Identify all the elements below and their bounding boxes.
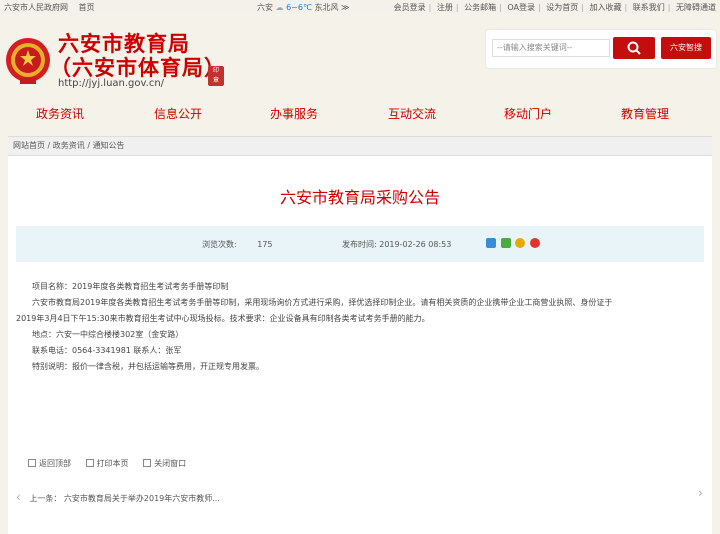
site-header: 六安市教育局 （六安市体育局） http://jyj.luan.gov.cn/ … bbox=[0, 14, 720, 98]
weather-widget: 六安 ☁ 6~6℃ 东北风 ≫ bbox=[257, 2, 349, 13]
article-paragraph: 地点：六安一中综合楼楼302室（金安路） bbox=[32, 330, 184, 339]
view-count-value: 175 bbox=[257, 240, 273, 249]
main-nav: 政务资讯 信息公开 办事服务 互动交流 移动门户 教育管理 bbox=[0, 98, 720, 128]
weather-more-link[interactable]: ≫ bbox=[341, 3, 349, 12]
view-count-label: 浏览次数: bbox=[202, 240, 237, 249]
back-to-top-button[interactable]: 返回顶部 bbox=[28, 459, 71, 468]
article-tools: 返回顶部 打印本页 关闭窗口 bbox=[28, 458, 198, 469]
previous-title[interactable]: 六安市教育局关于举办2019年六安市教师... bbox=[64, 494, 220, 503]
breadcrumb-news[interactable]: 政务资讯 bbox=[53, 141, 85, 150]
article-meta-bar: 浏览次数: 175 发布时间: 2019-02-26 08:53 bbox=[16, 226, 704, 262]
weibo-icon[interactable] bbox=[529, 238, 540, 248]
home-link[interactable]: 首页 bbox=[79, 3, 95, 12]
top-links: 会员登录 | 注册 | 公务邮箱 | OA登录 | 设为首页 | 加入收藏 | 联系我们 | … bbox=[393, 3, 716, 12]
nav-item-news[interactable]: 政务资讯 bbox=[36, 105, 84, 122]
smart-search-button[interactable]: 六安智搜 bbox=[661, 37, 711, 59]
publish-date-value: 2019-02-26 08:53 bbox=[379, 240, 452, 249]
search-input[interactable]: --请输入搜索关键词-- bbox=[492, 39, 610, 57]
print-button[interactable]: 打印本页 bbox=[85, 459, 129, 468]
site-url: http://jyj.luan.gov.cn/ bbox=[58, 78, 165, 89]
search-box: --请输入搜索关键词-- 六安智搜 bbox=[486, 30, 716, 68]
article-paragraph: 联系电话：0564-3341981 联系人：张军 bbox=[32, 346, 182, 355]
set-home-link[interactable]: 设为首页 bbox=[546, 3, 578, 12]
mail-link[interactable]: 公务邮箱 bbox=[464, 3, 496, 12]
nav-item-services[interactable]: 办事服务 bbox=[270, 105, 318, 122]
register-link[interactable]: 注册 bbox=[437, 3, 453, 12]
weather-temp: 6~6℃ bbox=[286, 3, 312, 12]
share-plus-icon[interactable] bbox=[486, 238, 496, 248]
breadcrumb-separator: / bbox=[45, 141, 53, 150]
chevron-right-icon[interactable]: › bbox=[698, 486, 703, 500]
article-body: 项目名称：2019年度各类教育招生考试考务手册等印制 六安市教育局2019年度各… bbox=[16, 279, 704, 375]
article-paragraph: 项目名称：2019年度各类教育招生考试考务手册等印制 bbox=[32, 282, 229, 291]
oa-login-link[interactable]: OA登录 bbox=[507, 3, 535, 12]
breadcrumb-home[interactable]: 网站首页 bbox=[13, 141, 45, 150]
article-paragraph: 六安市教育局2019年度各类教育招生考试考务手册等印制，采用现场询价方式进行采购… bbox=[32, 298, 613, 307]
share-buttons bbox=[486, 238, 546, 250]
print-icon bbox=[85, 459, 94, 467]
qzone-star-icon[interactable] bbox=[515, 238, 526, 248]
login-link[interactable]: 会员登录 bbox=[394, 3, 426, 12]
favorite-link[interactable]: 加入收藏 bbox=[590, 3, 622, 12]
wechat-icon[interactable] bbox=[500, 238, 511, 248]
article-title: 六安市教育局采购公告 bbox=[279, 188, 440, 207]
view-count: 浏览次数: 175 bbox=[202, 239, 273, 250]
breadcrumb: 网站首页 / 政务资讯 / 通知公告 bbox=[8, 136, 712, 156]
nav-item-management[interactable]: 教育管理 bbox=[621, 105, 669, 122]
national-emblem-icon bbox=[6, 38, 50, 84]
nav-item-interaction[interactable]: 互动交流 bbox=[388, 105, 436, 122]
gov-portal-link[interactable]: 六安市人民政府网 bbox=[4, 3, 68, 12]
previous-label: 上一条： bbox=[29, 494, 62, 503]
nav-item-mobile[interactable]: 移动门户 bbox=[504, 105, 552, 122]
print-label: 打印本页 bbox=[96, 459, 129, 468]
back-to-top-label: 返回顶部 bbox=[39, 459, 71, 468]
breadcrumb-notices[interactable]: 通知公告 bbox=[93, 141, 125, 150]
nav-item-info[interactable]: 信息公开 bbox=[154, 105, 202, 122]
weather-wind: 东北风 bbox=[314, 3, 339, 12]
close-window-label: 关闭窗口 bbox=[154, 459, 187, 468]
seal-stamp-icon: 印章 bbox=[208, 66, 224, 86]
publish-date-label: 发布时间: bbox=[342, 240, 377, 249]
close-window-button[interactable]: 关闭窗口 bbox=[143, 459, 186, 468]
top-utility-bar: 六安市人民政府网 首页 六安 ☁ 6~6℃ 东北风 ≫ 会员登录 | 注册 | 公务… bbox=[0, 0, 720, 14]
article-paragraph: 2019年3月4日下午15:30来市教育招生考试中心现场投标。技术要求：企业设备… bbox=[16, 314, 430, 323]
back-top-icon bbox=[28, 459, 36, 467]
contact-link[interactable]: 联系我们 bbox=[633, 3, 665, 12]
search-button[interactable] bbox=[613, 37, 655, 59]
weather-city: 六安 bbox=[257, 3, 273, 12]
breadcrumb-separator: / bbox=[84, 141, 93, 150]
accessibility-link[interactable]: 无障碍通道 bbox=[676, 3, 716, 12]
previous-article-link[interactable]: ‹ 上一条： 六安市教育局关于举办2019年六安市教师... bbox=[16, 490, 220, 504]
article-panel: 六安市教育局采购公告 浏览次数: 175 发布时间: 2019-02-26 08… bbox=[8, 156, 712, 534]
publish-date: 发布时间: 2019-02-26 08:53 bbox=[342, 239, 451, 250]
close-icon bbox=[143, 459, 152, 467]
weather-cloud-icon: ☁ bbox=[275, 3, 284, 12]
chevron-left-icon[interactable]: ‹ bbox=[16, 490, 21, 504]
article-paragraph: 特别说明：报价一律含税，并包括运输等费用，开正规专用发票。 bbox=[32, 362, 264, 371]
search-icon bbox=[627, 41, 641, 55]
